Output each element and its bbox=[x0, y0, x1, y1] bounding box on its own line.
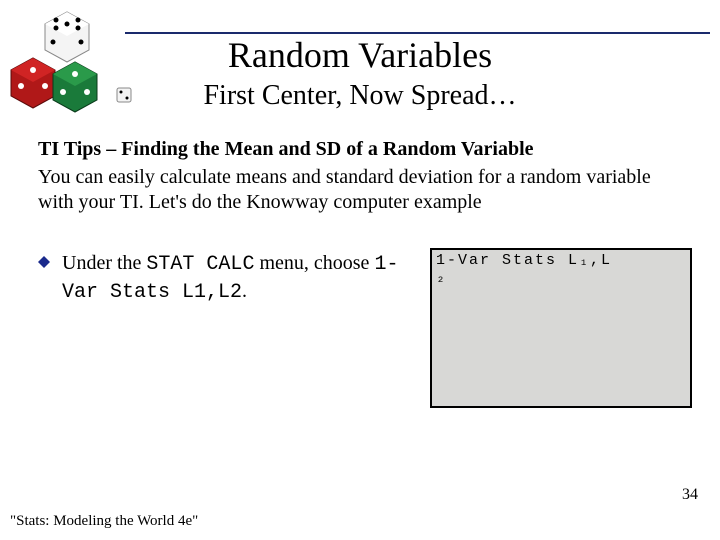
bullet-text: Under the STAT CALC menu, choose 1-Var S… bbox=[62, 250, 402, 306]
section-heading: TI Tips – Finding the Mean and SD of a R… bbox=[38, 138, 690, 161]
calculator-screen: 1-Var Stats L₁,L ₂ bbox=[430, 248, 692, 408]
slide-subtitle: First Center, Now Spread… bbox=[0, 80, 720, 112]
section-body: You can easily calculate means and stand… bbox=[38, 165, 690, 215]
diamond-bullet-icon bbox=[38, 256, 50, 268]
bullet-text-post: . bbox=[242, 280, 247, 302]
calc-line-1: 1-Var Stats L₁,L bbox=[436, 252, 686, 269]
page-number: 34 bbox=[682, 486, 698, 504]
bullet-code-1: STAT CALC bbox=[146, 253, 254, 276]
content-block: TI Tips – Finding the Mean and SD of a R… bbox=[38, 138, 690, 215]
bullet-text-mid: menu, choose bbox=[254, 252, 374, 274]
bullet-text-pre: Under the bbox=[62, 252, 146, 274]
calc-line-2: ₂ bbox=[436, 269, 686, 286]
slide-title: Random Variables bbox=[0, 34, 720, 76]
footer-citation: "Stats: Modeling the World 4e" bbox=[10, 513, 198, 530]
